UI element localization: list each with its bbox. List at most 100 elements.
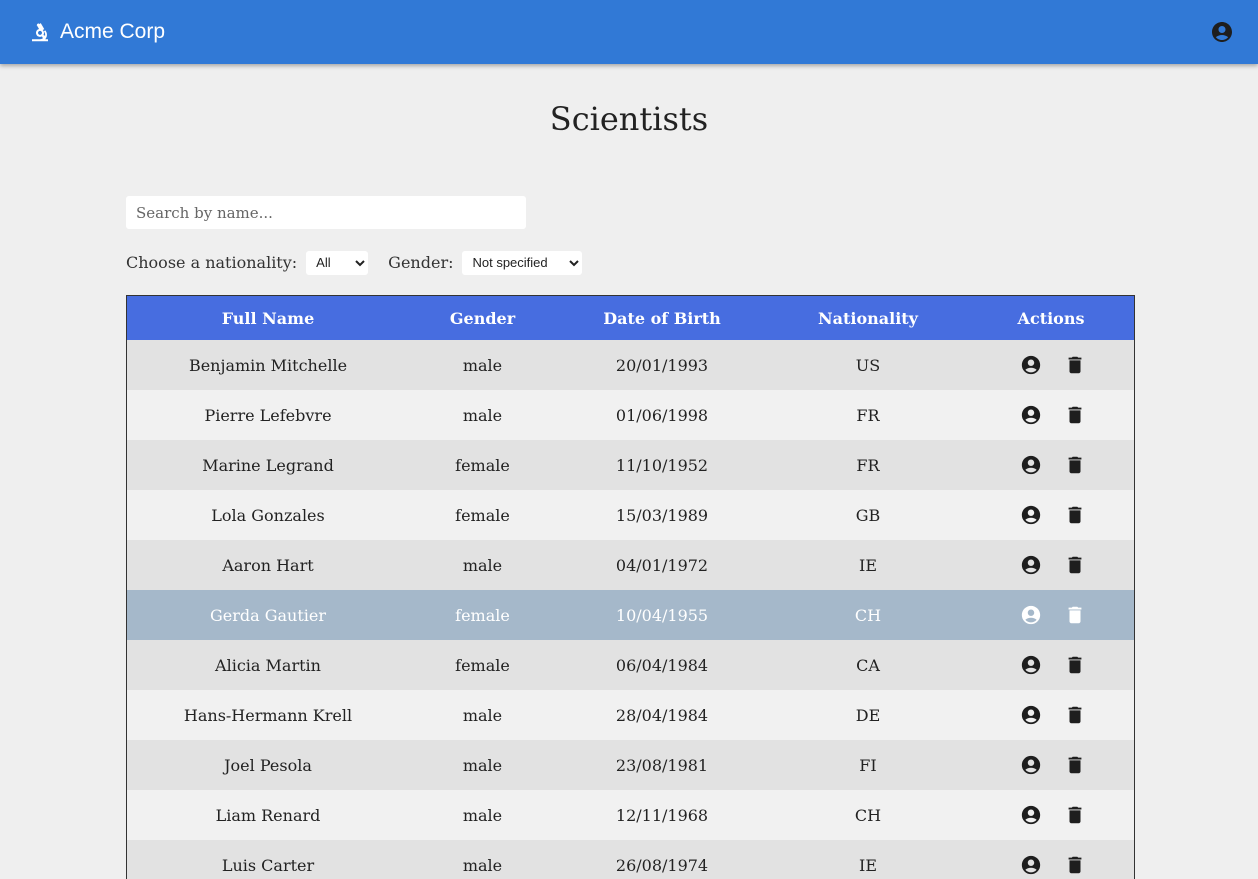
- microscope-icon: [28, 18, 52, 46]
- cell-date-of-birth: 01/06/1998: [615, 405, 709, 425]
- row-actions: [968, 354, 1134, 376]
- trash-icon[interactable]: [1064, 554, 1086, 576]
- row-actions: [968, 404, 1134, 426]
- cell-nationality: IE: [859, 555, 877, 575]
- table-row[interactable]: Pierre Lefebvre male 01/06/1998 FR: [127, 390, 1134, 440]
- cell-date-of-birth: 15/03/1989: [615, 505, 709, 525]
- row-actions: [968, 554, 1134, 576]
- account-circle-icon[interactable]: [1020, 554, 1042, 576]
- gender-select[interactable]: Not specified: [462, 250, 583, 275]
- cell-full-name: Pierre Lefebvre: [204, 405, 332, 425]
- account-circle-icon[interactable]: [1020, 804, 1042, 826]
- cell-nationality: FR: [856, 405, 880, 425]
- cell-full-name: Luis Carter: [221, 855, 315, 875]
- cell-date-of-birth: 28/04/1984: [615, 705, 709, 725]
- trash-icon[interactable]: [1064, 854, 1086, 876]
- brand[interactable]: Acme Corp: [28, 18, 165, 46]
- table-row[interactable]: Aaron Hart male 04/01/1972 IE: [127, 540, 1134, 590]
- trash-icon[interactable]: [1064, 354, 1086, 376]
- cell-nationality: FR: [856, 455, 880, 475]
- cell-nationality: DE: [855, 705, 881, 725]
- trash-icon[interactable]: [1064, 404, 1086, 426]
- cell-date-of-birth: 12/11/1968: [615, 805, 709, 825]
- table-body: Benjamin Mitchelle male 20/01/1993 US Pierre…: [127, 340, 1134, 879]
- row-actions: [968, 454, 1134, 476]
- row-actions: [968, 504, 1134, 526]
- cell-full-name: Hans-Hermann Krell: [183, 705, 353, 725]
- cell-gender: male: [462, 855, 503, 875]
- table-row[interactable]: Joel Pesola male 23/08/1981 FI: [127, 740, 1134, 790]
- cell-actions: [968, 390, 1134, 440]
- cell-actions: [968, 490, 1134, 540]
- cell-full-name: Benjamin Mitchelle: [188, 355, 348, 375]
- account-circle-icon[interactable]: [1020, 354, 1042, 376]
- account-circle-icon[interactable]: [1020, 654, 1042, 676]
- cell-full-name: Liam Renard: [215, 805, 321, 825]
- cell-gender: female: [455, 655, 510, 675]
- table-row[interactable]: Luis Carter male 26/08/1974 IE: [127, 840, 1134, 879]
- table-row[interactable]: Lola Gonzales female 15/03/1989 GB: [127, 490, 1134, 540]
- row-actions: [968, 754, 1134, 776]
- cell-gender: female: [455, 455, 510, 475]
- table-row[interactable]: Marine Legrand female 11/10/1952 FR: [127, 440, 1134, 490]
- trash-icon[interactable]: [1064, 754, 1086, 776]
- cell-gender: male: [462, 555, 503, 575]
- cell-nationality: GB: [855, 505, 881, 525]
- cell-actions: [968, 440, 1134, 490]
- table-row[interactable]: Alicia Martin female 06/04/1984 CA: [127, 640, 1134, 690]
- cell-gender: male: [462, 755, 503, 775]
- table-row[interactable]: Benjamin Mitchelle male 20/01/1993 US: [127, 340, 1134, 390]
- account-circle-icon[interactable]: [1020, 504, 1042, 526]
- cell-nationality: FI: [859, 755, 877, 775]
- account-circle-icon[interactable]: [1020, 754, 1042, 776]
- filters: Choose a nationality: All Gender: Not sp…: [126, 250, 583, 275]
- cell-full-name: Aaron Hart: [222, 555, 314, 575]
- column-header-gender[interactable]: Gender: [409, 296, 556, 340]
- gender-label: Gender:: [388, 253, 454, 272]
- column-header-actions: Actions: [1017, 308, 1085, 328]
- column-header-full-name[interactable]: Full Name: [127, 296, 409, 340]
- trash-icon[interactable]: [1064, 604, 1086, 626]
- search-input[interactable]: [126, 196, 526, 229]
- column-header-nationality[interactable]: Nationality: [768, 296, 968, 340]
- cell-date-of-birth: 20/01/1993: [615, 355, 709, 375]
- cell-nationality: CH: [854, 605, 882, 625]
- cell-actions: [968, 640, 1134, 690]
- account-circle-icon[interactable]: [1020, 454, 1042, 476]
- row-actions: [968, 654, 1134, 676]
- trash-icon[interactable]: [1064, 454, 1086, 476]
- account-circle-icon[interactable]: [1020, 704, 1042, 726]
- table-header: Full Name Gender Date of Birth Nationali…: [127, 296, 1134, 340]
- top-app-bar: Acme Corp: [0, 0, 1258, 64]
- account-circle-icon[interactable]: [1020, 404, 1042, 426]
- cell-date-of-birth: 23/08/1981: [615, 755, 709, 775]
- table-row[interactable]: Liam Renard male 12/11/1968 CH: [127, 790, 1134, 840]
- cell-gender: male: [462, 355, 503, 375]
- cell-full-name: Gerda Gautier: [209, 605, 327, 625]
- column-header-date-of-birth[interactable]: Date of Birth: [556, 296, 768, 340]
- cell-nationality: CA: [856, 655, 880, 675]
- row-actions: [968, 854, 1134, 876]
- trash-icon[interactable]: [1064, 504, 1086, 526]
- nationality-select[interactable]: All: [306, 250, 369, 275]
- account-circle-icon[interactable]: [1020, 854, 1042, 876]
- cell-gender: female: [455, 505, 510, 525]
- account-circle-icon[interactable]: [1210, 20, 1234, 44]
- cell-date-of-birth: 26/08/1974: [615, 855, 709, 875]
- cell-actions: [968, 340, 1134, 390]
- cell-nationality: US: [855, 355, 881, 375]
- trash-icon[interactable]: [1064, 804, 1086, 826]
- cell-full-name: Lola Gonzales: [211, 505, 325, 525]
- row-actions: [968, 704, 1134, 726]
- trash-icon[interactable]: [1064, 704, 1086, 726]
- cell-date-of-birth: 11/10/1952: [615, 455, 709, 475]
- table-row[interactable]: Hans-Hermann Krell male 28/04/1984 DE: [127, 690, 1134, 740]
- row-actions: [968, 604, 1134, 626]
- cell-full-name: Marine Legrand: [202, 455, 334, 475]
- account-circle-icon[interactable]: [1020, 604, 1042, 626]
- cell-actions: [968, 690, 1134, 740]
- table-row[interactable]: Gerda Gautier female 10/04/1955 CH: [127, 590, 1134, 640]
- cell-actions: [968, 740, 1134, 790]
- trash-icon[interactable]: [1064, 654, 1086, 676]
- scientists-table: Full Name Gender Date of Birth Nationali…: [127, 296, 1134, 879]
